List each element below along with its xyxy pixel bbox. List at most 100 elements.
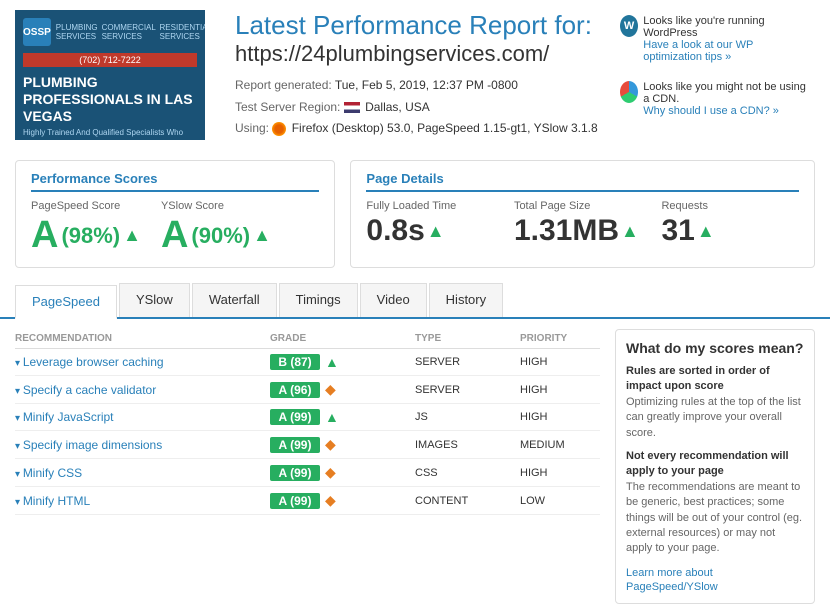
page-detail-arrow-icon: ▲ <box>427 221 445 242</box>
table-header-priority: PRIORITY <box>520 333 600 344</box>
report-meta: Report generated: Tue, Feb 5, 2019, 12:3… <box>235 75 615 140</box>
table-row: Minify JavaScript A (99) ▲ JS HIGH <box>15 404 600 431</box>
recommendation-name[interactable]: Specify a cache validator <box>15 383 265 397</box>
tabs: PageSpeedYSlowWaterfallTimingsVideoHisto… <box>15 283 815 317</box>
tab-waterfall[interactable]: Waterfall <box>192 283 277 317</box>
grade-arrow-icon: ◆ <box>325 381 336 398</box>
cdn-tip: Looks like you might not be using a CDN.… <box>615 76 815 122</box>
using-info: Using: Firefox (Desktop) 53.0, PageSpeed… <box>235 118 598 140</box>
recommendation-name[interactable]: Minify HTML <box>15 494 265 508</box>
grade-arrow-icon: ▲ <box>325 409 339 425</box>
page-detail-item: Fully Loaded Time 0.8s▲ <box>366 200 504 248</box>
priority-badge: HIGH <box>520 356 600 368</box>
table-row: Minify HTML A (99) ◆ CONTENT LOW <box>15 487 600 515</box>
tab-pagespeed[interactable]: PageSpeed <box>15 285 117 319</box>
logo-phone: (702) 712-7222 <box>23 53 197 67</box>
table-header: RECOMMENDATIONGRADETYPEPRIORITY <box>15 329 600 349</box>
firefox-icon <box>272 122 286 136</box>
type-badge: CONTENT <box>415 495 515 507</box>
grade-label: A (99) <box>270 437 320 453</box>
info-para2-text: The recommendations are meant to be gene… <box>626 481 802 555</box>
table-header-recommendation: RECOMMENDATION <box>15 333 265 344</box>
recommendation-name[interactable]: Minify JavaScript <box>15 410 265 424</box>
logo-sub-text: Highly Trained And Qualified Specialists… <box>23 128 197 140</box>
page-header: OSSP PLUMBING SERVICES COMMERCIAL SERVIC… <box>0 0 830 150</box>
logo-section: OSSP PLUMBING SERVICES COMMERCIAL SERVIC… <box>15 10 215 140</box>
type-badge: JS <box>415 411 515 423</box>
main-content: RECOMMENDATIONGRADETYPEPRIORITY Leverage… <box>0 319 830 614</box>
pagespeed-pct: (98%) <box>61 223 120 249</box>
priority-badge: LOW <box>520 495 600 507</box>
priority-badge: HIGH <box>520 384 600 396</box>
pagespeed-value: A (98%) ▲ <box>31 214 141 257</box>
cdn-tip-text: Looks like you might not be using a CDN. <box>643 81 810 105</box>
recommendation-name[interactable]: Minify CSS <box>15 466 265 480</box>
cdn-tip-link[interactable]: Why should I use a CDN? » <box>643 105 779 117</box>
page-details-block: Page Details Fully Loaded Time 0.8s▲ Tot… <box>350 160 815 268</box>
recommendation-name[interactable]: Specify image dimensions <box>15 438 265 452</box>
grade-arrow-icon: ▲ <box>325 354 339 370</box>
page-detail-value: 1.31MB▲ <box>514 214 652 248</box>
page-detail-label: Total Page Size <box>514 200 652 212</box>
report-title-section: Latest Performance Report for: https://2… <box>215 10 615 140</box>
info-box-para1: Rules are sorted in order of impact upon… <box>626 364 804 441</box>
cdn-icon <box>620 81 638 103</box>
grade-arrow-icon: ◆ <box>325 492 336 509</box>
page-detail-item: Total Page Size 1.31MB▲ <box>514 200 652 248</box>
tips-section: W Looks like you're running WordPress Ha… <box>615 10 815 130</box>
info-box: What do my scores mean? Rules are sorted… <box>615 329 815 604</box>
performance-scores-block: Performance Scores PageSpeed Score A (98… <box>15 160 335 268</box>
report-info: Report generated: Tue, Feb 5, 2019, 12:3… <box>235 75 598 140</box>
page-detail-label: Requests <box>661 200 799 212</box>
grade-bar: A (96) ◆ <box>270 381 410 398</box>
server-label: Test Server Region: <box>235 100 340 114</box>
wp-tip-link[interactable]: Have a look at our WP optimization tips … <box>643 39 753 63</box>
grade-label: A (96) <box>270 382 320 398</box>
priority-badge: HIGH <box>520 411 600 423</box>
info-para1-text: Optimizing rules at the top of the list … <box>626 396 801 439</box>
grade-label: B (87) <box>270 354 320 370</box>
table-row: Minify CSS A (99) ◆ CSS HIGH <box>15 459 600 487</box>
grade-label: A (99) <box>270 493 320 509</box>
page-detail-label: Fully Loaded Time <box>366 200 504 212</box>
wordpress-icon: W <box>620 15 638 37</box>
grade-arrow-icon: ◆ <box>325 464 336 481</box>
table-header-type: TYPE <box>415 333 515 344</box>
logo-main-text: PLUMBING PROFESSIONALS IN LAS VEGAS <box>23 74 197 124</box>
tab-video[interactable]: Video <box>360 283 427 317</box>
tab-timings[interactable]: Timings <box>279 283 358 317</box>
grade-bar: B (87) ▲ <box>270 354 410 370</box>
yslow-label: YSlow Score <box>161 200 271 212</box>
server-value: Dallas, USA <box>365 100 430 114</box>
info-para1-strong: Rules are sorted in order of impact upon… <box>626 365 770 392</box>
info-box-para2: Not every recommendation will apply to y… <box>626 449 804 557</box>
page-detail-arrow-icon: ▲ <box>697 221 715 242</box>
grade-bar: A (99) ◆ <box>270 492 410 509</box>
recommendation-name[interactable]: Leverage browser caching <box>15 355 265 369</box>
type-badge: SERVER <box>415 384 515 396</box>
info-learn-more-link[interactable]: Learn more about PageSpeed/YSlow <box>626 567 718 593</box>
wp-tip: W Looks like you're running WordPress Ha… <box>615 10 815 68</box>
logo-icon: OSSP <box>23 18 51 46</box>
type-badge: IMAGES <box>415 439 515 451</box>
yslow-letter: A <box>161 214 188 257</box>
grade-bar: A (99) ▲ <box>270 409 410 425</box>
info-para2-strong: Not every recommendation will apply to y… <box>626 450 789 477</box>
using-value: Firefox (Desktop) 53.0, PageSpeed 1.15-g… <box>292 121 598 135</box>
page-detail-value: 0.8s▲ <box>366 214 504 248</box>
tab-yslow[interactable]: YSlow <box>119 283 190 317</box>
pagespeed-label: PageSpeed Score <box>31 200 141 212</box>
tab-history[interactable]: History <box>429 283 503 317</box>
grade-label: A (99) <box>270 465 320 481</box>
page-detail-value: 31▲ <box>661 214 799 248</box>
table-row: Leverage browser caching B (87) ▲ SERVER… <box>15 349 600 376</box>
scores-section: Performance Scores PageSpeed Score A (98… <box>0 150 830 278</box>
report-url: https://24plumbingservices.com/ <box>235 41 615 67</box>
grade-bar: A (99) ◆ <box>270 464 410 481</box>
grade-arrow-icon: ◆ <box>325 436 336 453</box>
score-items: PageSpeed Score A (98%) ▲ YSlow Score A … <box>31 200 319 257</box>
tabs-section: PageSpeedYSlowWaterfallTimingsVideoHisto… <box>0 278 830 319</box>
pagespeed-arrow-icon: ▲ <box>123 225 141 246</box>
flag-icon <box>344 102 360 113</box>
report-generated: Report generated: Tue, Feb 5, 2019, 12:3… <box>235 75 598 97</box>
